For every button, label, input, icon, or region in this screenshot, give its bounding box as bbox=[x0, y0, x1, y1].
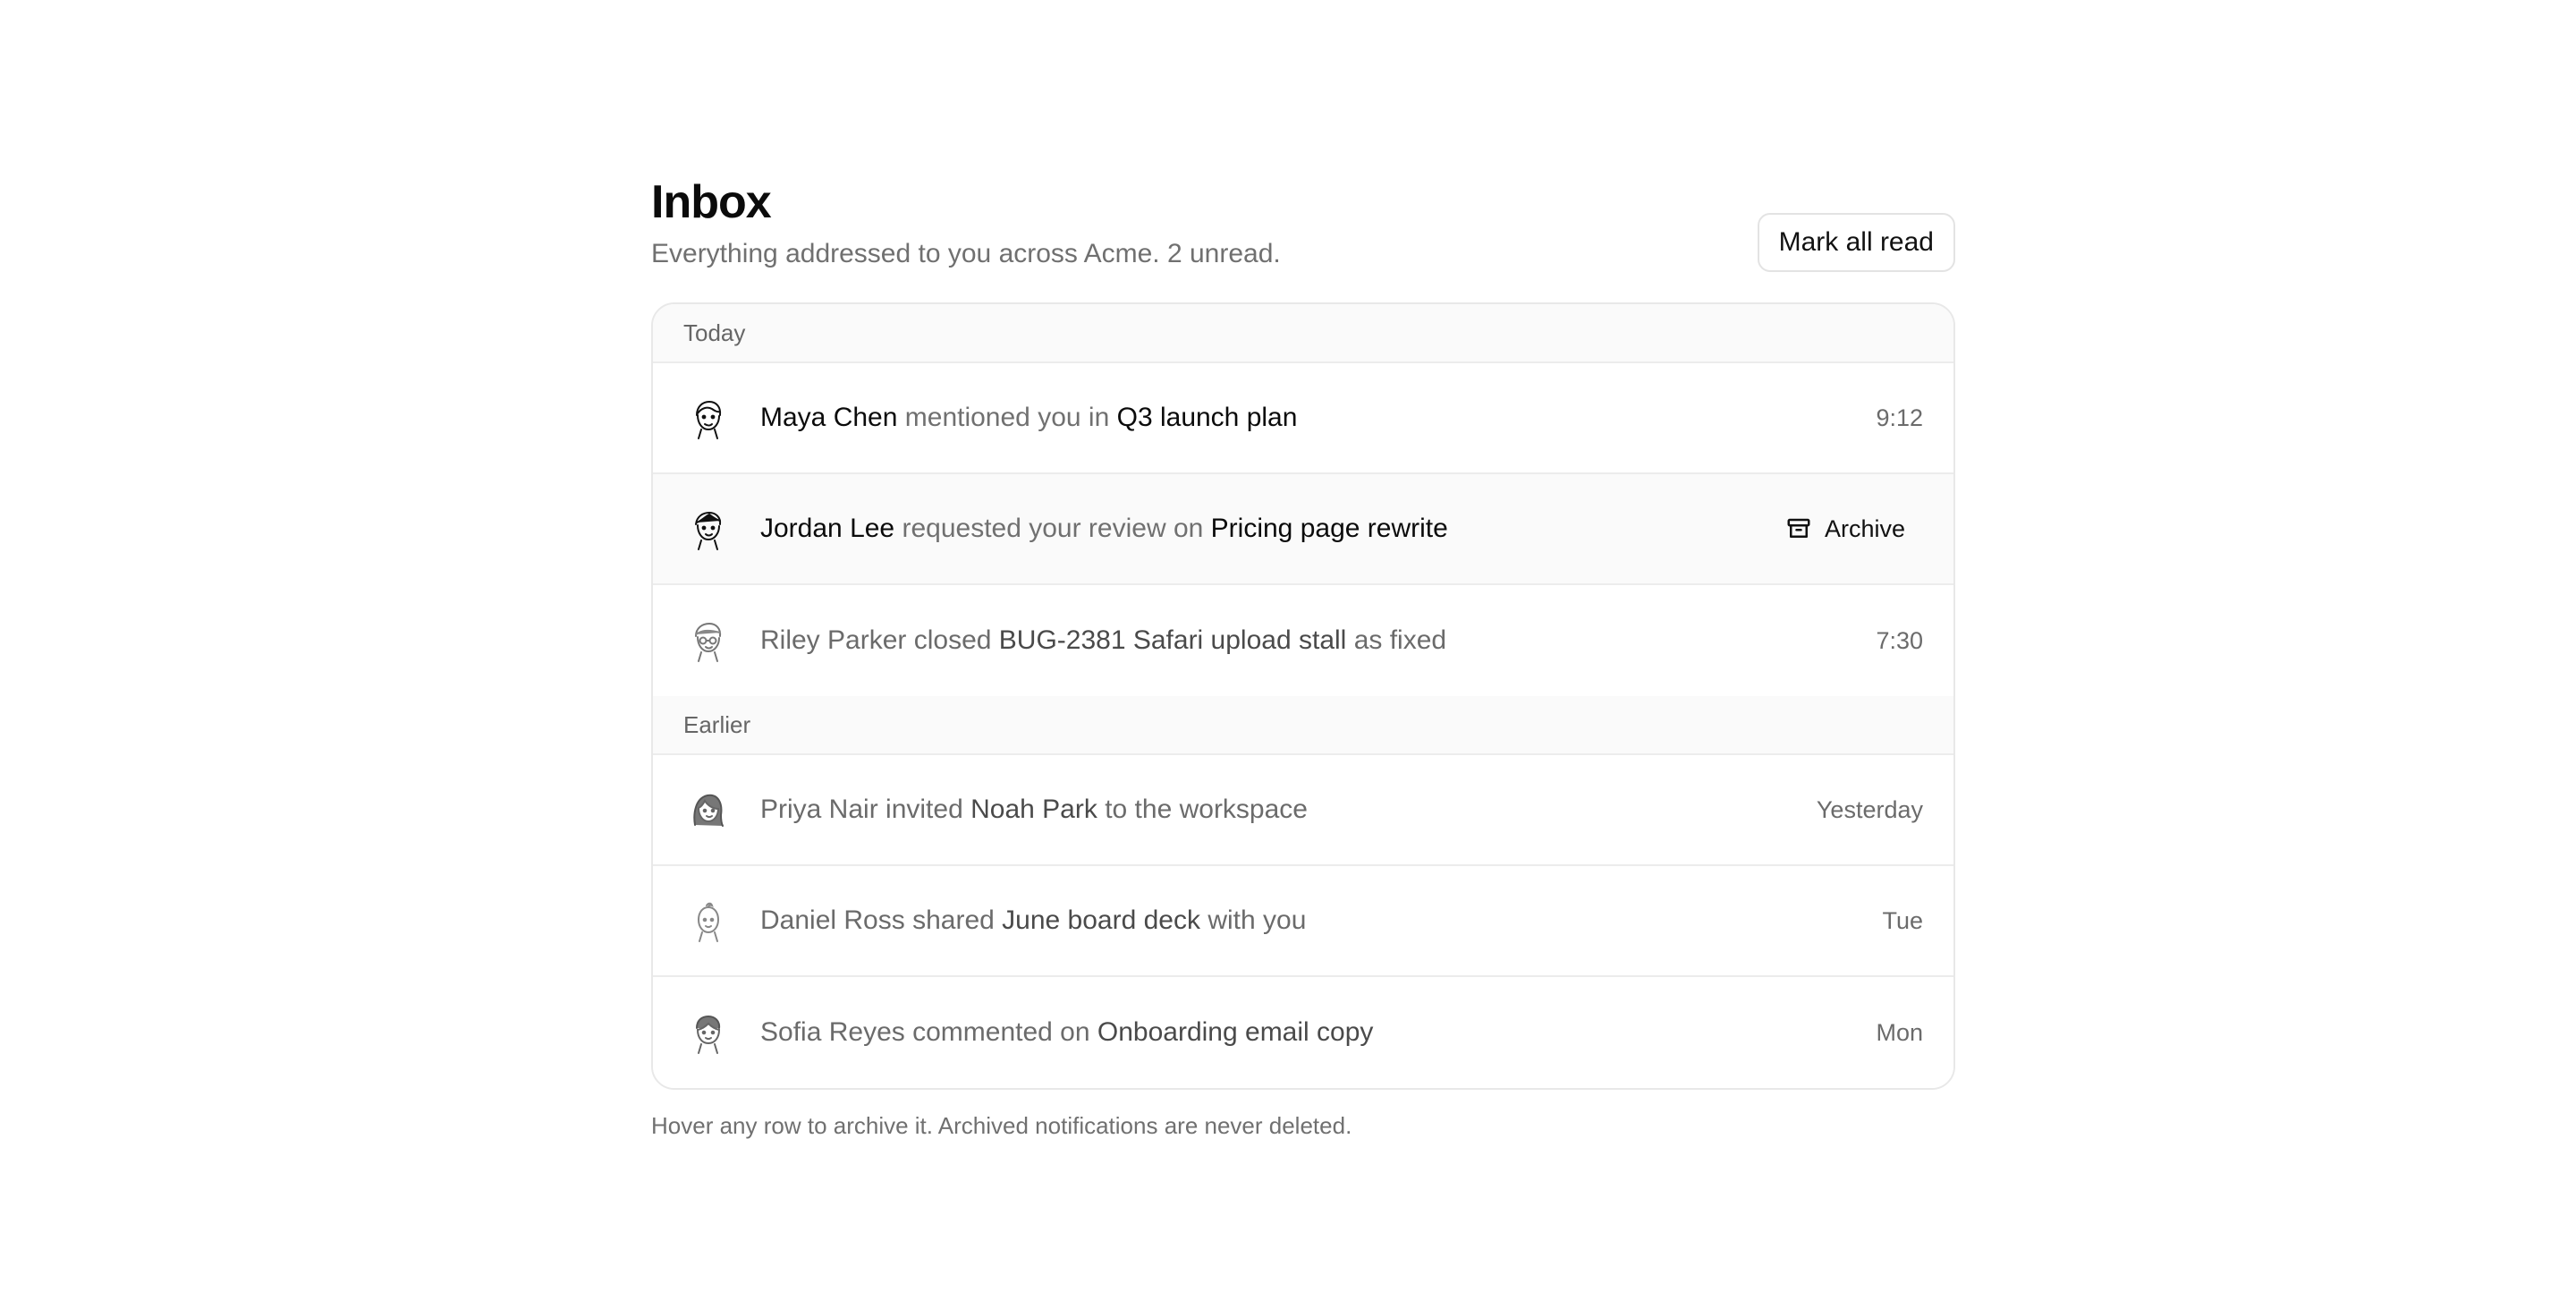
notification-verb: closed bbox=[913, 625, 992, 655]
notification-time: Tue bbox=[1882, 906, 1923, 934]
notification-text: Daniel Ross shared June board deck with … bbox=[760, 903, 1882, 939]
person-avatar-icon bbox=[683, 897, 732, 945]
notification-row[interactable]: Priya Nair invited Noah Park to the work… bbox=[653, 755, 1953, 866]
notification-text: Jordan Lee requested your review on Pric… bbox=[760, 511, 1785, 547]
notification-target: BUG-2381 Safari upload stall bbox=[998, 625, 1347, 655]
mark-all-read-button[interactable]: Mark all read bbox=[1757, 213, 1955, 272]
archive-button[interactable]: Archive bbox=[1785, 515, 1905, 543]
notification-actor: Maya Chen bbox=[760, 403, 898, 432]
notification-target: Q3 launch plan bbox=[1116, 403, 1298, 432]
notification-verb: requested your review on bbox=[902, 514, 1204, 543]
notification-actor: Priya Nair bbox=[760, 795, 878, 824]
notification-suffix: as fixed bbox=[1353, 625, 1447, 655]
notification-actor: Jordan Lee bbox=[760, 514, 895, 543]
notification-row[interactable]: Daniel Ross shared June board deck with … bbox=[653, 866, 1953, 977]
person-avatar-icon bbox=[683, 394, 732, 442]
section-header-earlier: Earlier bbox=[653, 696, 1953, 755]
notification-target: Pricing page rewrite bbox=[1210, 514, 1448, 543]
notification-verb: shared bbox=[912, 905, 995, 935]
notification-text: Riley Parker closed BUG-2381 Safari uplo… bbox=[760, 623, 1876, 659]
person-avatar-icon bbox=[683, 505, 732, 553]
notification-verb: commented on bbox=[912, 1017, 1090, 1047]
person-avatar-icon bbox=[683, 616, 732, 665]
notification-row[interactable]: Sofia Reyes commented on Onboarding emai… bbox=[653, 977, 1953, 1088]
section-header-today: Today bbox=[653, 304, 1953, 363]
inbox-page: Inbox Everything addressed to you across… bbox=[651, 170, 1955, 1142]
notification-time: Yesterday bbox=[1816, 795, 1923, 823]
notification-row[interactable]: Riley Parker closed BUG-2381 Safari uplo… bbox=[653, 585, 1953, 696]
notification-verb: invited bbox=[886, 795, 963, 824]
notification-actor: Riley Parker bbox=[760, 625, 907, 655]
inbox-header: Inbox Everything addressed to you across… bbox=[651, 170, 1955, 302]
notification-text: Priya Nair invited Noah Park to the work… bbox=[760, 792, 1817, 828]
notification-text: Maya Chen mentioned you in Q3 launch pla… bbox=[760, 400, 1876, 436]
notification-verb: mentioned you in bbox=[904, 403, 1110, 432]
notification-actor: Sofia Reyes bbox=[760, 1017, 905, 1047]
notification-suffix: with you bbox=[1208, 905, 1307, 935]
notification-target: Onboarding email copy bbox=[1097, 1017, 1374, 1047]
notification-text: Sofia Reyes commented on Onboarding emai… bbox=[760, 1015, 1876, 1050]
notification-target: June board deck bbox=[1002, 905, 1200, 935]
notification-list: Today Maya Chen mentioned you in Q3 laun… bbox=[651, 302, 1955, 1090]
notification-suffix: to the workspace bbox=[1105, 795, 1308, 824]
notification-actor: Daniel Ross bbox=[760, 905, 905, 935]
person-avatar-icon bbox=[683, 786, 732, 834]
notification-time: 9:12 bbox=[1876, 404, 1923, 431]
archive-icon bbox=[1785, 515, 1812, 542]
archive-label: Archive bbox=[1824, 514, 1905, 542]
notification-target: Noah Park bbox=[970, 795, 1097, 824]
page-subtitle: Everything addressed to you across Acme.… bbox=[651, 239, 1281, 268]
notification-row[interactable]: Maya Chen mentioned you in Q3 launch pla… bbox=[653, 363, 1953, 474]
notification-row[interactable]: Jordan Lee requested your review on Pric… bbox=[653, 474, 1953, 585]
person-avatar-icon bbox=[683, 1008, 732, 1057]
footnote: Hover any row to archive it. Archived no… bbox=[651, 1112, 1352, 1139]
notification-time: 7:30 bbox=[1876, 626, 1923, 654]
notification-time: Mon bbox=[1876, 1018, 1923, 1046]
